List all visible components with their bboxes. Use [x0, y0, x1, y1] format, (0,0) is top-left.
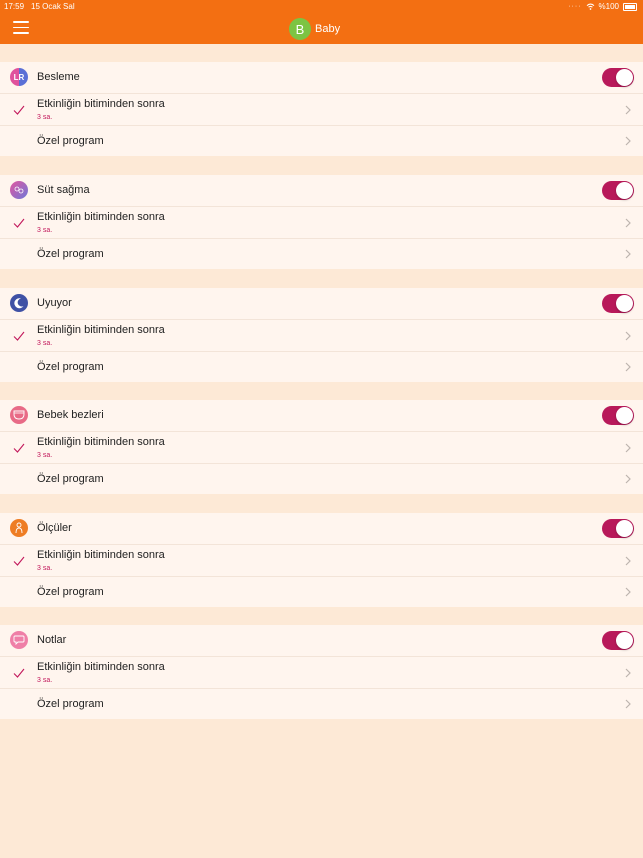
- section-header: Ölçüler: [0, 513, 643, 544]
- battery-icon: [623, 2, 637, 11]
- after-activity-option[interactable]: Etkinliğin bitiminden sonra 3 sa.: [0, 656, 643, 689]
- diaper-icon: [10, 406, 28, 424]
- option-value: 3 sa.: [37, 452, 53, 459]
- option-value: 3 sa.: [37, 340, 53, 347]
- custom-schedule-option[interactable]: Özel program: [0, 576, 643, 608]
- option-value: 3 sa.: [37, 114, 53, 121]
- category-label: Besleme: [37, 71, 80, 83]
- custom-schedule-label: Özel program: [37, 698, 104, 710]
- page-title: Baby: [315, 23, 341, 35]
- after-activity-option[interactable]: Etkinliğin bitiminden sonra 3 sa.: [0, 206, 643, 239]
- checkmark-icon: [13, 218, 25, 228]
- reminder-section-notlar: Notlar Etkinliğin bitiminden sonra 3 sa.…: [0, 625, 643, 719]
- option-label: Etkinliğin bitiminden sonra: [37, 98, 165, 110]
- reminder-toggle[interactable]: [602, 181, 634, 200]
- growth-icon: [10, 519, 28, 537]
- chevron-right-icon: [625, 556, 631, 566]
- option-label: Etkinliğin bitiminden sonra: [37, 549, 165, 561]
- checkmark-icon: [13, 105, 25, 115]
- section-header: Uyuyor: [0, 288, 643, 319]
- option-label: Etkinliğin bitiminden sonra: [37, 324, 165, 336]
- chevron-right-icon: [625, 668, 631, 678]
- custom-schedule-label: Özel program: [37, 248, 104, 260]
- notes-speech-icon: [10, 631, 28, 649]
- avatar: B: [289, 18, 311, 40]
- option-value: 3 sa.: [37, 677, 53, 684]
- section-header: Bebek bezleri: [0, 400, 643, 431]
- category-label: Bebek bezleri: [37, 409, 104, 421]
- hamburger-menu-icon[interactable]: [13, 21, 29, 35]
- custom-schedule-option[interactable]: Özel program: [0, 238, 643, 270]
- after-activity-option[interactable]: Etkinliğin bitiminden sonra 3 sa.: [0, 544, 643, 577]
- battery-percent: %100: [598, 2, 619, 11]
- option-label: Etkinliğin bitiminden sonra: [37, 661, 165, 673]
- chevron-right-icon: [625, 362, 631, 372]
- chevron-right-icon: [625, 443, 631, 453]
- custom-schedule-label: Özel program: [37, 135, 104, 147]
- section-header: Süt sağma: [0, 175, 643, 206]
- status-bar-right: ···· %100: [568, 2, 637, 11]
- reminder-section-olculer: Ölçüler Etkinliğin bitiminden sonra 3 sa…: [0, 513, 643, 607]
- option-value: 3 sa.: [37, 565, 53, 572]
- reminder-section-besleme: LR Besleme Etkinliğin bitiminden sonra 3…: [0, 62, 643, 156]
- category-label: Süt sağma: [37, 184, 90, 196]
- reminder-section-uyuyor: Uyuyor Etkinliğin bitiminden sonra 3 sa.…: [0, 288, 643, 382]
- wifi-icon: [586, 3, 594, 10]
- section-header: Notlar: [0, 625, 643, 656]
- custom-schedule-option[interactable]: Özel program: [0, 125, 643, 157]
- reminder-toggle[interactable]: [602, 68, 634, 87]
- chevron-right-icon: [625, 331, 631, 341]
- custom-schedule-label: Özel program: [37, 361, 104, 373]
- category-label: Notlar: [37, 634, 67, 646]
- after-activity-option[interactable]: Etkinliğin bitiminden sonra 3 sa.: [0, 93, 643, 126]
- signal-icon: ····: [568, 3, 582, 10]
- chevron-right-icon: [625, 587, 631, 597]
- reminder-toggle[interactable]: [602, 294, 634, 313]
- custom-schedule-option[interactable]: Özel program: [0, 351, 643, 383]
- breast-pump-icon: [10, 181, 28, 199]
- reminder-section-bebek-bezleri: Bebek bezleri Etkinliğin bitiminden sonr…: [0, 400, 643, 494]
- checkmark-icon: [13, 556, 25, 566]
- status-time: 17:59: [4, 2, 25, 11]
- app-header: 17:59 15 Ocak Sal ···· %100 B Baby: [0, 0, 643, 44]
- child-selector[interactable]: B Baby: [289, 18, 340, 40]
- option-label: Etkinliğin bitiminden sonra: [37, 211, 165, 223]
- chevron-right-icon: [625, 105, 631, 115]
- status-date: 15 Ocak Sal: [31, 2, 75, 11]
- status-bar-left: 17:59 15 Ocak Sal: [4, 2, 82, 11]
- custom-schedule-label: Özel program: [37, 473, 104, 485]
- chevron-right-icon: [625, 699, 631, 709]
- option-label: Etkinliğin bitiminden sonra: [37, 436, 165, 448]
- checkmark-icon: [13, 331, 25, 341]
- feeding-lr-icon: LR: [10, 68, 28, 86]
- after-activity-option[interactable]: Etkinliğin bitiminden sonra 3 sa.: [0, 319, 643, 352]
- reminder-section-sut-sagma: Süt sağma Etkinliğin bitiminden sonra 3 …: [0, 175, 643, 269]
- moon-icon: [10, 294, 28, 312]
- checkmark-icon: [13, 443, 25, 453]
- custom-schedule-option[interactable]: Özel program: [0, 688, 643, 720]
- chevron-right-icon: [625, 474, 631, 484]
- chevron-right-icon: [625, 249, 631, 259]
- section-header: LR Besleme: [0, 62, 643, 93]
- custom-schedule-label: Özel program: [37, 586, 104, 598]
- chevron-right-icon: [625, 136, 631, 146]
- checkmark-icon: [13, 668, 25, 678]
- category-label: Uyuyor: [37, 297, 72, 309]
- chevron-right-icon: [625, 218, 631, 228]
- category-label: Ölçüler: [37, 522, 72, 534]
- after-activity-option[interactable]: Etkinliğin bitiminden sonra 3 sa.: [0, 431, 643, 464]
- reminder-toggle[interactable]: [602, 631, 634, 650]
- reminder-toggle[interactable]: [602, 406, 634, 425]
- custom-schedule-option[interactable]: Özel program: [0, 463, 643, 495]
- reminder-toggle[interactable]: [602, 519, 634, 538]
- option-value: 3 sa.: [37, 227, 53, 234]
